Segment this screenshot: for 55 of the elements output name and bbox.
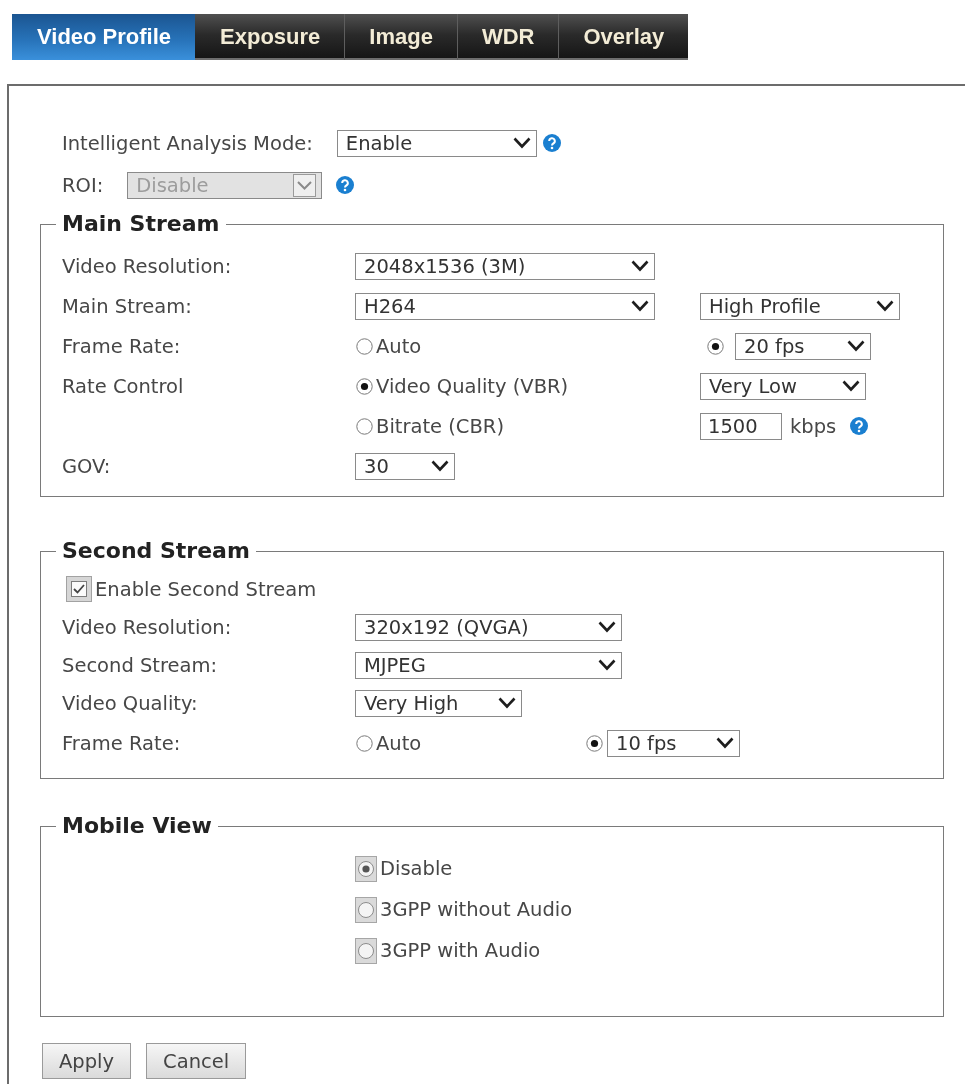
chevron-icon <box>598 659 616 671</box>
field-label: GOV: <box>62 454 112 478</box>
dropdown[interactable]: High Profile <box>700 292 900 320</box>
dropdown[interactable]: 2048x1536 (3M) <box>355 252 655 280</box>
chevron-icon <box>512 137 531 149</box>
field-label: Frame Rate: <box>62 334 182 358</box>
field-label: Intelligent Analysis Mode: <box>62 131 313 155</box>
group-title: Main Stream <box>61 211 221 237</box>
chevron-icon <box>716 737 734 749</box>
dropdown[interactable]: 10 fps <box>607 729 740 757</box>
dropdown[interactable]: 30 <box>355 452 455 480</box>
chevron-icon <box>847 340 865 352</box>
help-icon[interactable] <box>542 134 561 152</box>
radio-option[interactable]: Auto <box>356 731 422 755</box>
dropdown[interactable]: MJPEG <box>355 651 622 679</box>
radio-button[interactable] <box>707 337 724 355</box>
text-input[interactable]: 1500 <box>700 412 782 440</box>
field-label: Video Quality: <box>62 691 199 715</box>
chevron-icon <box>631 300 649 312</box>
dropdown[interactable]: 320x192 (QVGA) <box>355 613 622 641</box>
unit-label: kbps <box>790 414 837 438</box>
field-label: Video Resolution: <box>62 254 233 278</box>
chevron-icon <box>598 621 616 633</box>
field-label: Rate Control <box>62 374 185 398</box>
chevron-icon <box>293 173 317 197</box>
help-icon[interactable] <box>850 417 869 435</box>
dropdown[interactable]: Very High <box>355 689 522 717</box>
tab[interactable]: Image <box>344 14 457 60</box>
tab[interactable]: Video Profile <box>12 14 196 60</box>
field-label: Main Stream: <box>62 294 193 318</box>
chevron-icon <box>876 300 894 312</box>
dropdown[interactable]: Very Low <box>700 372 866 400</box>
field-label: Second Stream: <box>62 653 219 677</box>
radio-option[interactable]: Auto <box>356 334 422 358</box>
field-label: Video Resolution: <box>62 615 233 639</box>
chevron-icon <box>498 697 516 709</box>
field-label: Frame Rate: <box>62 731 182 755</box>
group-title: Second Stream <box>61 538 251 564</box>
radio-button[interactable] <box>586 734 603 752</box>
field-label: ROI: <box>62 173 104 197</box>
tab[interactable]: WDR <box>456 14 559 60</box>
dropdown[interactable]: H264 <box>355 292 655 320</box>
group-title: Mobile View <box>61 813 213 839</box>
chevron-icon <box>431 460 449 472</box>
radio-option[interactable]: Video Quality (VBR) <box>356 374 569 398</box>
dropdown[interactable]: Enable <box>336 129 537 157</box>
cancel-button[interactable]: Cancel <box>146 1043 247 1079</box>
checkbox-option[interactable]: Enable Second Stream <box>66 576 317 602</box>
tab[interactable]: Exposure <box>195 14 345 60</box>
dropdown[interactable]: 20 fps <box>735 332 871 360</box>
apply-button[interactable]: Apply <box>42 1043 132 1079</box>
radio-option[interactable]: Bitrate (CBR) <box>356 414 504 438</box>
chevron-icon <box>842 380 860 392</box>
tab[interactable]: Overlay <box>558 14 689 60</box>
chevron-icon <box>631 260 649 272</box>
